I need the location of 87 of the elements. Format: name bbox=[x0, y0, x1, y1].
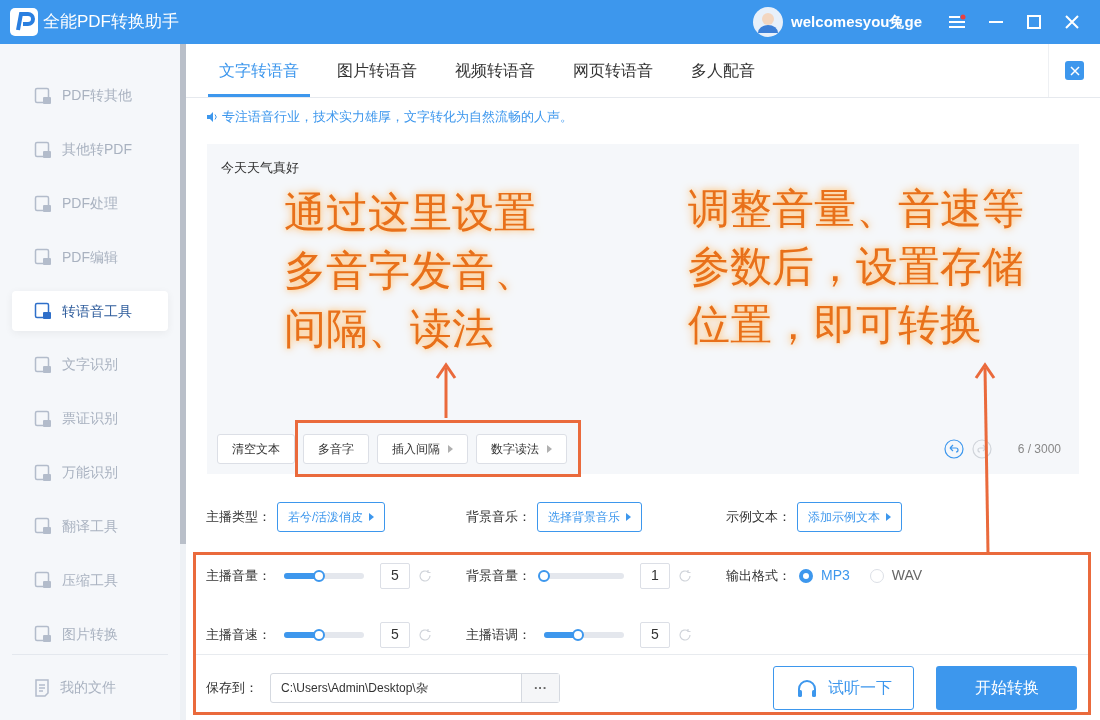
browse-button[interactable]: ··· bbox=[521, 673, 559, 702]
sidebar-item[interactable]: 文字识别 bbox=[12, 345, 168, 385]
notice-text: 专注语音行业，技术实力雄厚，文字转化为自然流畅的人声。 bbox=[222, 108, 573, 127]
path-text: C:\Users\Admin\Desktop\杂 bbox=[280, 679, 429, 697]
caret-icon bbox=[369, 513, 375, 521]
option-dropdown[interactable]: 若兮/活泼俏皮 bbox=[277, 502, 386, 532]
sidebar-item[interactable]: 转语音工具 bbox=[12, 291, 168, 332]
slider-label: 主播语调： bbox=[466, 625, 532, 644]
value-field[interactable]: 5 bbox=[380, 621, 410, 648]
slider-thumb[interactable] bbox=[313, 569, 326, 582]
preview-button[interactable]: 试听一下 bbox=[773, 665, 914, 710]
close-icon bbox=[1069, 65, 1080, 76]
document-icon bbox=[34, 140, 52, 159]
option-label: 示例文本： bbox=[726, 508, 791, 527]
annotation-text: 位置，即可转换 bbox=[688, 300, 983, 350]
radio-label[interactable]: WAV bbox=[891, 565, 923, 586]
menu-icon[interactable] bbox=[948, 14, 966, 30]
sidebar-item[interactable]: 万能识别 bbox=[12, 452, 168, 493]
document-icon bbox=[34, 355, 52, 374]
tab[interactable]: 图片转语音 bbox=[326, 44, 428, 97]
sidebar-item[interactable]: 图片转换 bbox=[12, 614, 168, 654]
headphones-icon bbox=[795, 677, 818, 698]
document-icon bbox=[34, 86, 52, 105]
path-field[interactable]: C:\Users\Admin\Desktop\杂 ··· bbox=[270, 672, 560, 703]
avatar-icon bbox=[753, 7, 784, 37]
window-title: 全能PDF转换助手 bbox=[43, 11, 179, 34]
option-dropdown[interactable]: 选择背景音乐 bbox=[537, 502, 642, 532]
sidebar-item[interactable]: PDF处理 bbox=[12, 183, 168, 224]
document-icon bbox=[34, 517, 52, 536]
maximize-icon[interactable] bbox=[1026, 14, 1042, 30]
slider-thumb[interactable] bbox=[572, 628, 585, 641]
undo-icon[interactable] bbox=[943, 439, 964, 459]
document-icon bbox=[34, 463, 52, 482]
option-label: 主播类型： bbox=[206, 508, 271, 527]
user-name[interactable]: welcomesyou兔ge bbox=[791, 10, 922, 34]
document-icon bbox=[34, 302, 52, 321]
toolbar-button[interactable]: 多音字 bbox=[303, 434, 369, 464]
annotation-text: 间隔、读法 bbox=[284, 304, 495, 354]
toolbar-button[interactable]: 插入间隔 bbox=[377, 434, 468, 464]
sidebar-item[interactable]: PDF转其他 bbox=[12, 76, 168, 116]
arrow bbox=[435, 362, 457, 418]
character-count: 6 / 3000 bbox=[1017, 441, 1061, 458]
slider-label: 主播音速： bbox=[206, 625, 272, 644]
save-label: 保存到： bbox=[206, 678, 258, 697]
close-button[interactable] bbox=[1065, 61, 1084, 80]
annotation-text: 通过这里设置 bbox=[284, 188, 536, 238]
value-field[interactable]: 1 bbox=[640, 562, 670, 589]
sidebar-item[interactable]: 我的文件 bbox=[60, 677, 116, 698]
close-icon[interactable] bbox=[1064, 14, 1080, 30]
slider-thumb[interactable] bbox=[313, 628, 326, 641]
sidebar-item[interactable]: 翻译工具 bbox=[12, 506, 168, 547]
slider-thumb[interactable] bbox=[538, 569, 550, 582]
tab[interactable]: 多人配音 bbox=[680, 44, 766, 97]
sidebar-item[interactable]: 压缩工具 bbox=[12, 560, 168, 601]
document-icon bbox=[34, 571, 52, 590]
logo-icon bbox=[10, 8, 38, 36]
scrollbar[interactable] bbox=[180, 44, 186, 544]
radio-button[interactable] bbox=[799, 568, 813, 583]
format-label: 输出格式： bbox=[726, 566, 791, 585]
slider-label: 主播音量： bbox=[206, 566, 272, 585]
tab[interactable]: 网页转语音 bbox=[562, 44, 664, 97]
editor-text: 今天天气真好 bbox=[221, 159, 300, 177]
caret-icon bbox=[886, 513, 891, 521]
sidebar-item[interactable]: 票证识别 bbox=[12, 398, 168, 439]
document-icon bbox=[34, 194, 52, 213]
option-dropdown[interactable]: 添加示例文本 bbox=[797, 502, 902, 532]
document-icon bbox=[34, 248, 52, 267]
value-field[interactable]: 5 bbox=[380, 562, 410, 589]
option-label: 背景音乐： bbox=[466, 508, 531, 527]
document-icon bbox=[34, 678, 50, 697]
annotation-text: 多音字发音、 bbox=[284, 246, 536, 296]
slider-label: 背景音量： bbox=[466, 566, 532, 585]
toolbar-button[interactable]: 数字读法 bbox=[476, 434, 567, 464]
caret-icon bbox=[626, 513, 631, 521]
document-icon bbox=[34, 625, 52, 644]
start-button[interactable]: 开始转换 bbox=[936, 665, 1077, 710]
sidebar-item[interactable]: PDF编辑 bbox=[12, 237, 168, 278]
tab[interactable]: 文字转语音 bbox=[208, 44, 310, 97]
speaker-icon bbox=[206, 111, 218, 123]
annotation-text: 参数后，设置存储 bbox=[688, 242, 1024, 292]
value-field[interactable]: 5 bbox=[640, 621, 670, 648]
document-icon bbox=[34, 409, 52, 428]
sidebar-item[interactable]: 其他转PDF bbox=[12, 129, 168, 170]
tab[interactable]: 视频转语音 bbox=[444, 44, 546, 97]
toolbar-button[interactable]: 清空文本 bbox=[217, 434, 295, 464]
radio-label[interactable]: MP3 bbox=[821, 565, 850, 586]
annotation-text: 调整音量、音速等 bbox=[688, 184, 1024, 234]
